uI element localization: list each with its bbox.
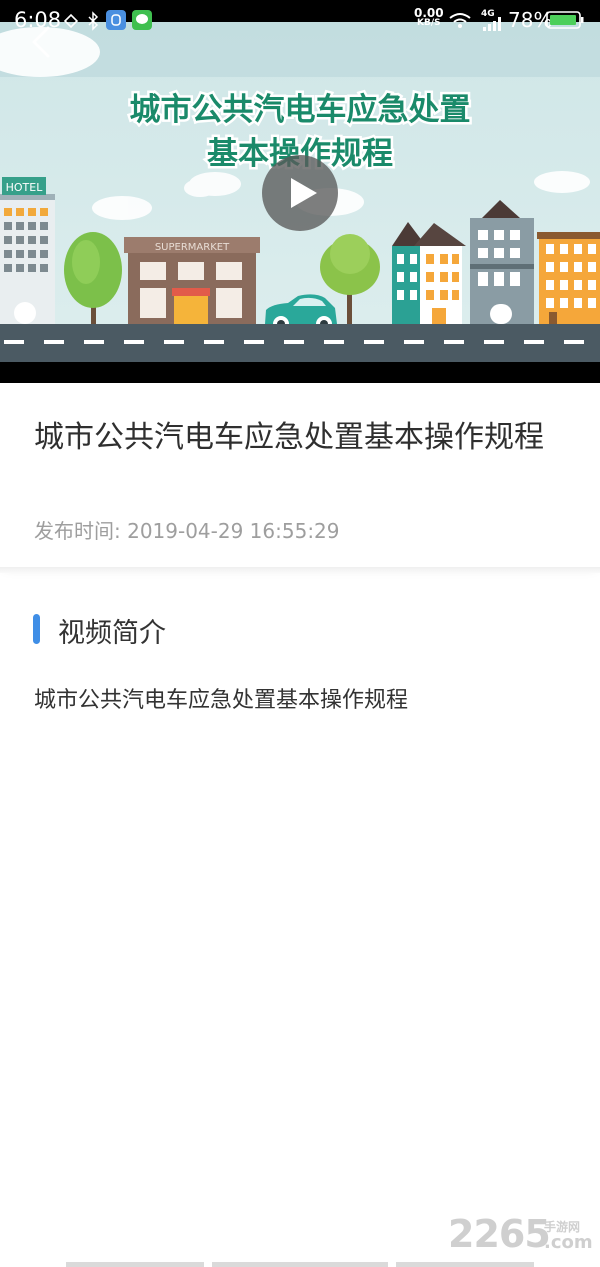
play-icon [291, 178, 317, 208]
supermarket-building: SUPERMARKET [124, 237, 260, 324]
video-info-card: 城市公共汽电车应急处置基本操作规程 发布时间: 2019-04-29 16:55… [0, 383, 600, 567]
app-notification-icon [106, 10, 126, 30]
signal-icon [483, 17, 501, 31]
bottom-tab-indicator [66, 1262, 204, 1267]
section-divider [0, 567, 600, 573]
bottom-tab-indicator [396, 1262, 534, 1267]
play-button[interactable] [262, 155, 338, 231]
office-building [470, 200, 534, 324]
supermarket-sign: SUPERMARKET [155, 242, 230, 253]
intro-heading: 视频简介 [58, 618, 166, 649]
network-speed-value: 0.00 [414, 6, 444, 20]
status-bar: 6:08 0.00 KB/S 4G 78% [0, 0, 600, 40]
network-speed-unit: KB/S [417, 18, 441, 28]
hotel-sign: HOTEL [6, 181, 44, 194]
watermark-logo: 2265 手游网 .com [448, 1212, 598, 1258]
message-notification-icon [132, 10, 152, 30]
battery-icon [546, 11, 584, 29]
bluetooth-icon [88, 11, 99, 31]
section-accent-bar [33, 614, 40, 644]
watermark-domain: .com [544, 1232, 593, 1253]
wifi-icon [449, 13, 471, 28]
road [0, 324, 600, 362]
watermark-number: 2265 [448, 1212, 551, 1256]
bottom-tab-indicator [212, 1262, 388, 1267]
screen-rotate-icon [63, 13, 79, 29]
banner-line-1: 城市公共汽电车应急处置 [130, 92, 471, 128]
intro-text: 城市公共汽电车应急处置基本操作规程 [34, 688, 409, 713]
hotel-building: HOTEL [0, 177, 55, 324]
publish-time: 发布时间: 2019-04-29 16:55:29 [34, 519, 340, 543]
video-title: 城市公共汽电车应急处置基本操作规程 [34, 420, 544, 455]
video-player[interactable]: 城市公共汽电车应急处置 基本操作规程 HOTEL SUPERMARKET 6:0… [0, 0, 600, 383]
chevron-left-icon [32, 26, 50, 58]
network-speed: 0.00 KB/S [414, 6, 444, 28]
apartment-building [537, 232, 600, 324]
back-button[interactable] [22, 22, 62, 62]
